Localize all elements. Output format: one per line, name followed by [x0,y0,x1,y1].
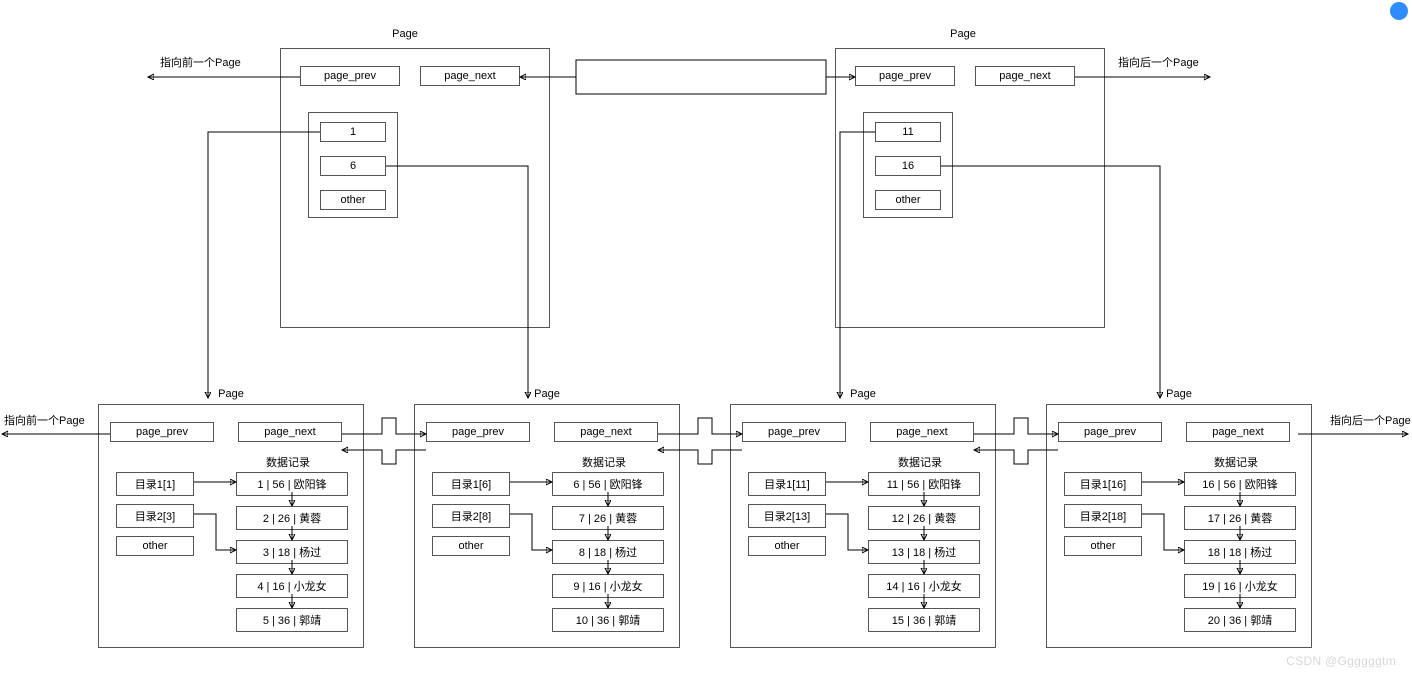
record-row: 9 | 16 | 小龙女 [552,574,664,598]
dir-entry: other [432,536,510,556]
dir-entry: other [1064,536,1142,556]
ptr-prev-label: 指向前一个Page [4,412,85,428]
dir-entry: 目录2[8] [432,504,510,528]
dir-entry: other [748,536,826,556]
page-next: page_next [238,422,342,442]
record-row: 10 | 36 | 郭靖 [552,608,664,632]
record-row: 20 | 36 | 郭靖 [1184,608,1296,632]
record-row: 14 | 16 | 小龙女 [868,574,980,598]
dir-entry: 16 [875,156,941,176]
dir-entry: 目录1[6] [432,472,510,496]
page-next: page_next [870,422,974,442]
dir-entry: 1 [320,122,386,142]
page-prev: page_prev [110,422,214,442]
page-next: page_next [420,66,520,86]
dir-entry: 目录2[13] [748,504,826,528]
dir-entry: 目录1[1] [116,472,194,496]
record-row: 18 | 18 | 杨过 [1184,540,1296,564]
page-title: Page [938,28,988,40]
record-row: 4 | 16 | 小龙女 [236,574,348,598]
dir-entry: 11 [875,122,941,142]
record-row: 17 | 26 | 黄蓉 [1184,506,1296,530]
page-prev: page_prev [426,422,530,442]
record-row: 2 | 26 | 黄蓉 [236,506,348,530]
record-row: 6 | 56 | 欧阳锋 [552,472,664,496]
page-prev: page_prev [1058,422,1162,442]
page-next: page_next [1186,422,1290,442]
ptr-prev-label: 指向前一个Page [160,54,241,70]
record-row: 7 | 26 | 黄蓉 [552,506,664,530]
record-row: 12 | 26 | 黄蓉 [868,506,980,530]
page-prev: page_prev [855,66,955,86]
page-title: Page [1154,388,1204,400]
record-row: 13 | 18 | 杨过 [868,540,980,564]
data-section-title: 数据记录 [1214,454,1258,470]
page-next: page_next [554,422,658,442]
page-title: Page [206,388,256,400]
page-prev: page_prev [300,66,400,86]
dir-entry: other [320,190,386,210]
ptr-next-label: 指向后一个Page [1330,412,1411,428]
record-row: 11 | 56 | 欧阳锋 [868,472,980,496]
page-title: Page [838,388,888,400]
record-row: 5 | 36 | 郭靖 [236,608,348,632]
page-title: Page [380,28,430,40]
record-row: 16 | 56 | 欧阳锋 [1184,472,1296,496]
dir-entry: 目录1[11] [748,472,826,496]
record-row: 15 | 36 | 郭靖 [868,608,980,632]
dir-entry: 目录2[18] [1064,504,1142,528]
data-section-title: 数据记录 [898,454,942,470]
dir-entry: 目录2[3] [116,504,194,528]
ptr-next-label: 指向后一个Page [1118,54,1199,70]
badge-icon [1390,2,1408,20]
dir-entry: 6 [320,156,386,176]
data-section-title: 数据记录 [266,454,310,470]
record-row: 3 | 18 | 杨过 [236,540,348,564]
data-section-title: 数据记录 [582,454,626,470]
dir-entry: other [875,190,941,210]
page-next: page_next [975,66,1075,86]
record-row: 19 | 16 | 小龙女 [1184,574,1296,598]
watermark: CSDN @Ggggggtm [1286,654,1396,668]
record-row: 1 | 56 | 欧阳锋 [236,472,348,496]
record-row: 8 | 18 | 杨过 [552,540,664,564]
dir-entry: other [116,536,194,556]
page-prev: page_prev [742,422,846,442]
dir-entry: 目录1[16] [1064,472,1142,496]
page-title: Page [522,388,572,400]
